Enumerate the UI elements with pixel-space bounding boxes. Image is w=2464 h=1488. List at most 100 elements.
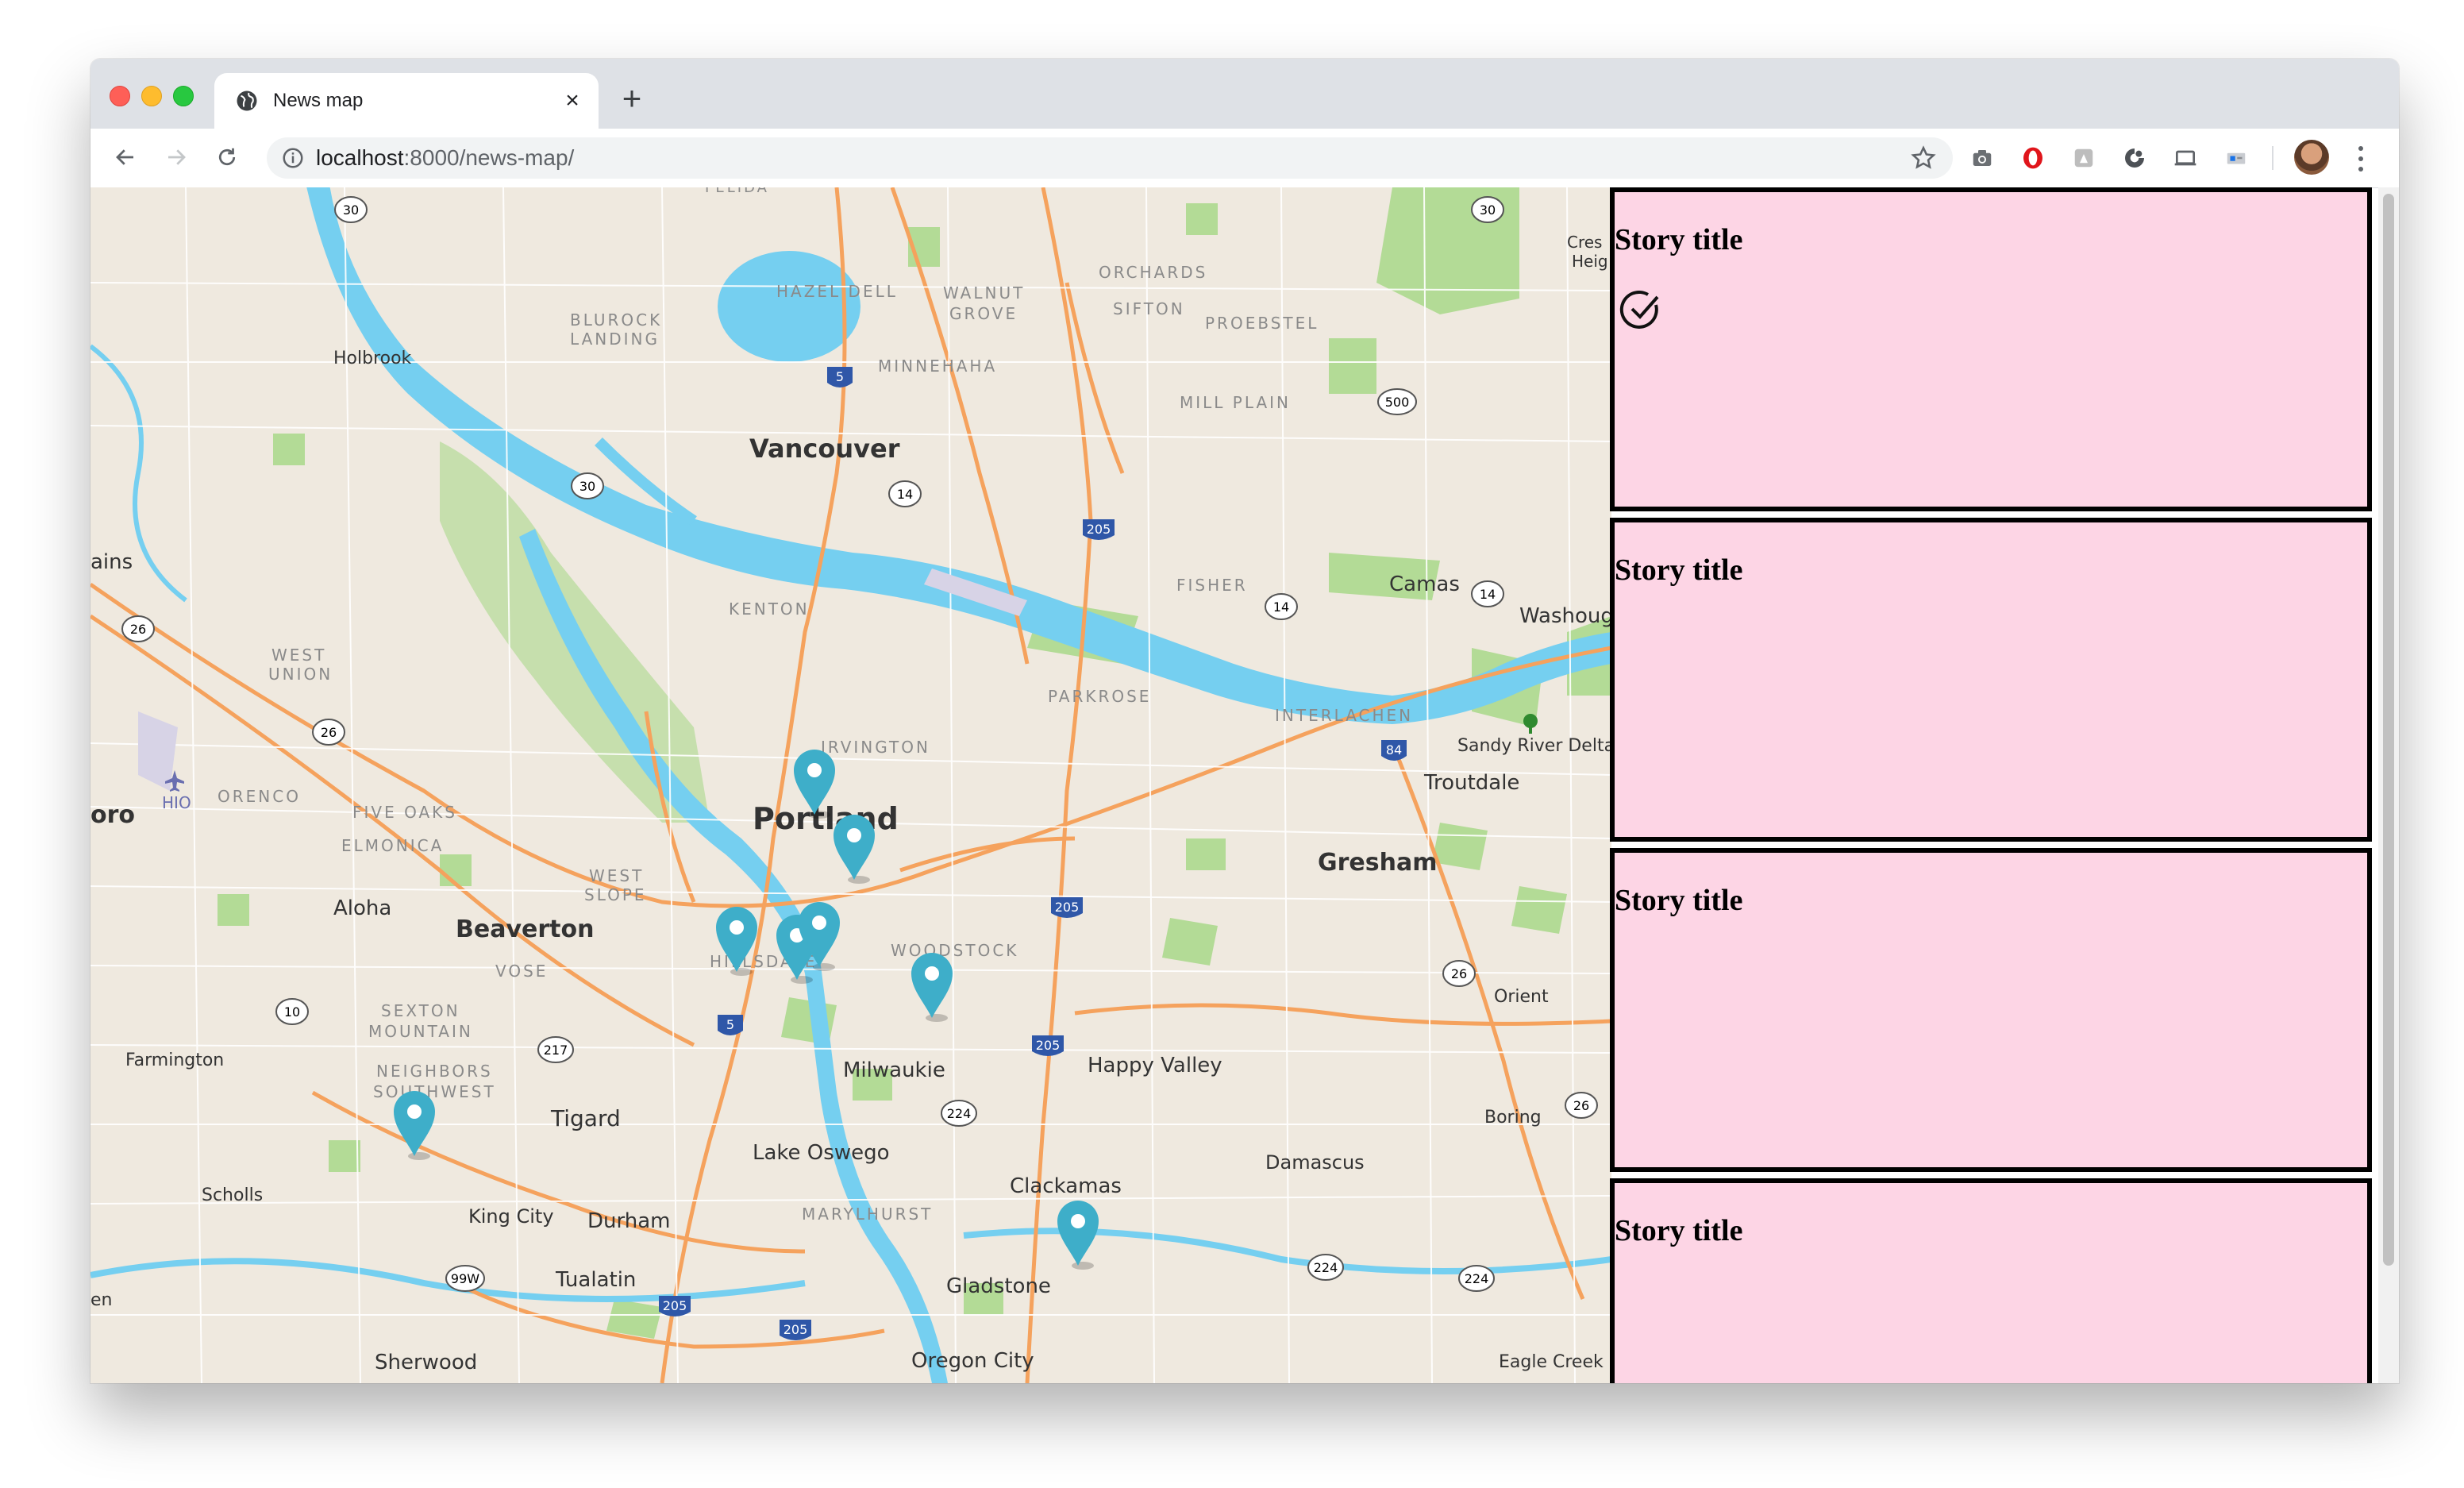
story-title: Story title: [1615, 553, 1743, 587]
label-woodstock: WOODSTOCK: [891, 941, 1018, 960]
minimize-window-button[interactable]: [141, 86, 162, 106]
label-holbrook: Holbrook: [333, 349, 412, 368]
reload-button[interactable]: [211, 141, 243, 173]
forward-arrow-icon: [168, 149, 186, 165]
label-hio: HIO: [162, 793, 191, 812]
story-card[interactable]: Story title: [1610, 1178, 2372, 1383]
label-happy-valley: Happy Valley: [1088, 1054, 1222, 1077]
camera-icon[interactable]: [1969, 145, 1996, 172]
label-orient: Orient: [1494, 987, 1549, 1007]
menu-kebab-icon[interactable]: [2353, 143, 2369, 175]
label-sexton-1: SEXTON: [381, 1001, 460, 1020]
cast-icon[interactable]: [2172, 145, 2199, 172]
extension-icon[interactable]: [2223, 145, 2250, 172]
label-lake-oswego: Lake Oswego: [753, 1141, 890, 1165]
label-west-union-1: WEST: [271, 646, 326, 665]
shield-14-c: 14: [1480, 587, 1496, 602]
label-tigard: Tigard: [550, 1105, 621, 1131]
label-scholls: Scholls: [202, 1185, 263, 1205]
label-clackamas: Clackamas: [1010, 1174, 1122, 1198]
label-west-slope-2: SLOPE: [584, 885, 647, 904]
reload-icon: [218, 148, 236, 166]
label-elmonica: ELMONICA: [341, 836, 444, 855]
close-tab-icon[interactable]: ×: [560, 89, 584, 113]
new-tab-icon[interactable]: +: [618, 82, 646, 115]
shield-500: 500: [1385, 395, 1410, 410]
star-icon[interactable]: [1910, 145, 1937, 172]
address-bar[interactable]: localhost:8000/news-map/: [267, 137, 1953, 179]
label-west-union-2: UNION: [268, 665, 333, 684]
label-vancouver: Vancouver: [749, 434, 900, 464]
shield-99w: 99W: [451, 1271, 479, 1286]
label-portland: Portland: [753, 801, 899, 836]
scrollbar-thumb[interactable]: [2383, 194, 2394, 1266]
label-minnehaha: MINNEHAHA: [878, 357, 997, 376]
globe-icon: [237, 91, 257, 111]
label-sandy-river: Sandy River Delta: [1457, 736, 1611, 756]
sync-icon[interactable]: [2121, 145, 2148, 172]
label-vose: VOSE: [495, 962, 548, 981]
label-five-oaks: FIVE OAKS: [352, 803, 457, 822]
shield-i205-d: 205: [663, 1298, 687, 1313]
shield-224-b: 224: [1314, 1260, 1338, 1275]
story-card[interactable]: Story title: [1610, 848, 2372, 1172]
url-text: localhost:8000/news-map/: [316, 145, 574, 171]
drive-icon[interactable]: [2070, 145, 2097, 172]
maximize-window-button[interactable]: [173, 86, 194, 106]
tab-news-map[interactable]: News map ×: [214, 73, 599, 129]
label-cres: Cres: [1567, 233, 1602, 252]
shield-224-c: 224: [1465, 1271, 1489, 1286]
label-proebstel: PROEBSTEL: [1205, 314, 1319, 333]
shield-14-a: 14: [897, 487, 913, 502]
map-view[interactable]: Vancouver Portland Beaverton Gresham Tro…: [90, 187, 1611, 1383]
label-eagle-creek: Eagle Creek: [1499, 1352, 1604, 1372]
label-ains: ains: [90, 550, 133, 574]
forward-button[interactable]: [160, 141, 192, 173]
label-irvington: IRVINGTON: [821, 738, 930, 757]
story-title: Story title: [1615, 1214, 1743, 1247]
label-milwaukie: Milwaukie: [843, 1058, 945, 1082]
label-aloha: Aloha: [333, 896, 391, 920]
story-card[interactable]: Story title: [1610, 187, 2372, 511]
close-window-button[interactable]: [110, 86, 130, 106]
label-kenton: KENTON: [729, 599, 810, 619]
shield-us26-b: 26: [321, 725, 337, 740]
label-durham: Durham: [587, 1209, 670, 1233]
label-blurock: BLUROCK: [570, 310, 662, 330]
title-bar: News map × +: [90, 59, 2399, 129]
label-gresham: Gresham: [1318, 849, 1437, 877]
shield-i205-b: 205: [1055, 900, 1080, 915]
shield-i5-a: 5: [836, 369, 844, 384]
shield-us30-c: 30: [1480, 202, 1496, 218]
shield-us26-c: 26: [1451, 966, 1467, 981]
shield-i205-e: 205: [783, 1322, 808, 1337]
opera-icon[interactable]: [2019, 145, 2046, 172]
label-en: en: [90, 1290, 112, 1310]
shield-us26-a: 26: [130, 622, 146, 637]
label-grove: GROVE: [949, 304, 1018, 323]
label-walnut: WALNUT: [943, 283, 1025, 303]
label-orenco: ORENCO: [218, 787, 301, 806]
url-host: localhost: [316, 145, 404, 170]
label-gladstone: Gladstone: [946, 1274, 1051, 1298]
story-card[interactable]: Story title: [1610, 518, 2372, 842]
shield-217: 217: [544, 1043, 568, 1058]
label-troutdale: Troutdale: [1423, 771, 1519, 795]
label-king-city: King City: [468, 1205, 554, 1228]
info-icon[interactable]: [281, 146, 305, 170]
label-sifton: SIFTON: [1113, 299, 1185, 318]
label-parkrose: PARKROSE: [1048, 687, 1151, 706]
label-fisher: FISHER: [1176, 576, 1248, 595]
profile-avatar[interactable]: [2294, 140, 2329, 175]
toolbar-divider: [2272, 146, 2273, 170]
label-tualatin: Tualatin: [555, 1268, 636, 1292]
label-neighbors-1: NEIGHBORS: [376, 1062, 493, 1081]
label-farmington: Farmington: [125, 1050, 224, 1070]
label-landing: LANDING: [570, 330, 660, 349]
shield-us30-b: 30: [579, 479, 595, 494]
map-canvas[interactable]: Vancouver Portland Beaverton Gresham Tro…: [90, 187, 1611, 1383]
tab-title: News map: [273, 90, 364, 111]
label-interlachen: INTERLACHEN: [1275, 706, 1413, 725]
check-circle-icon[interactable]: [1618, 287, 1664, 333]
back-button[interactable]: [110, 141, 141, 173]
